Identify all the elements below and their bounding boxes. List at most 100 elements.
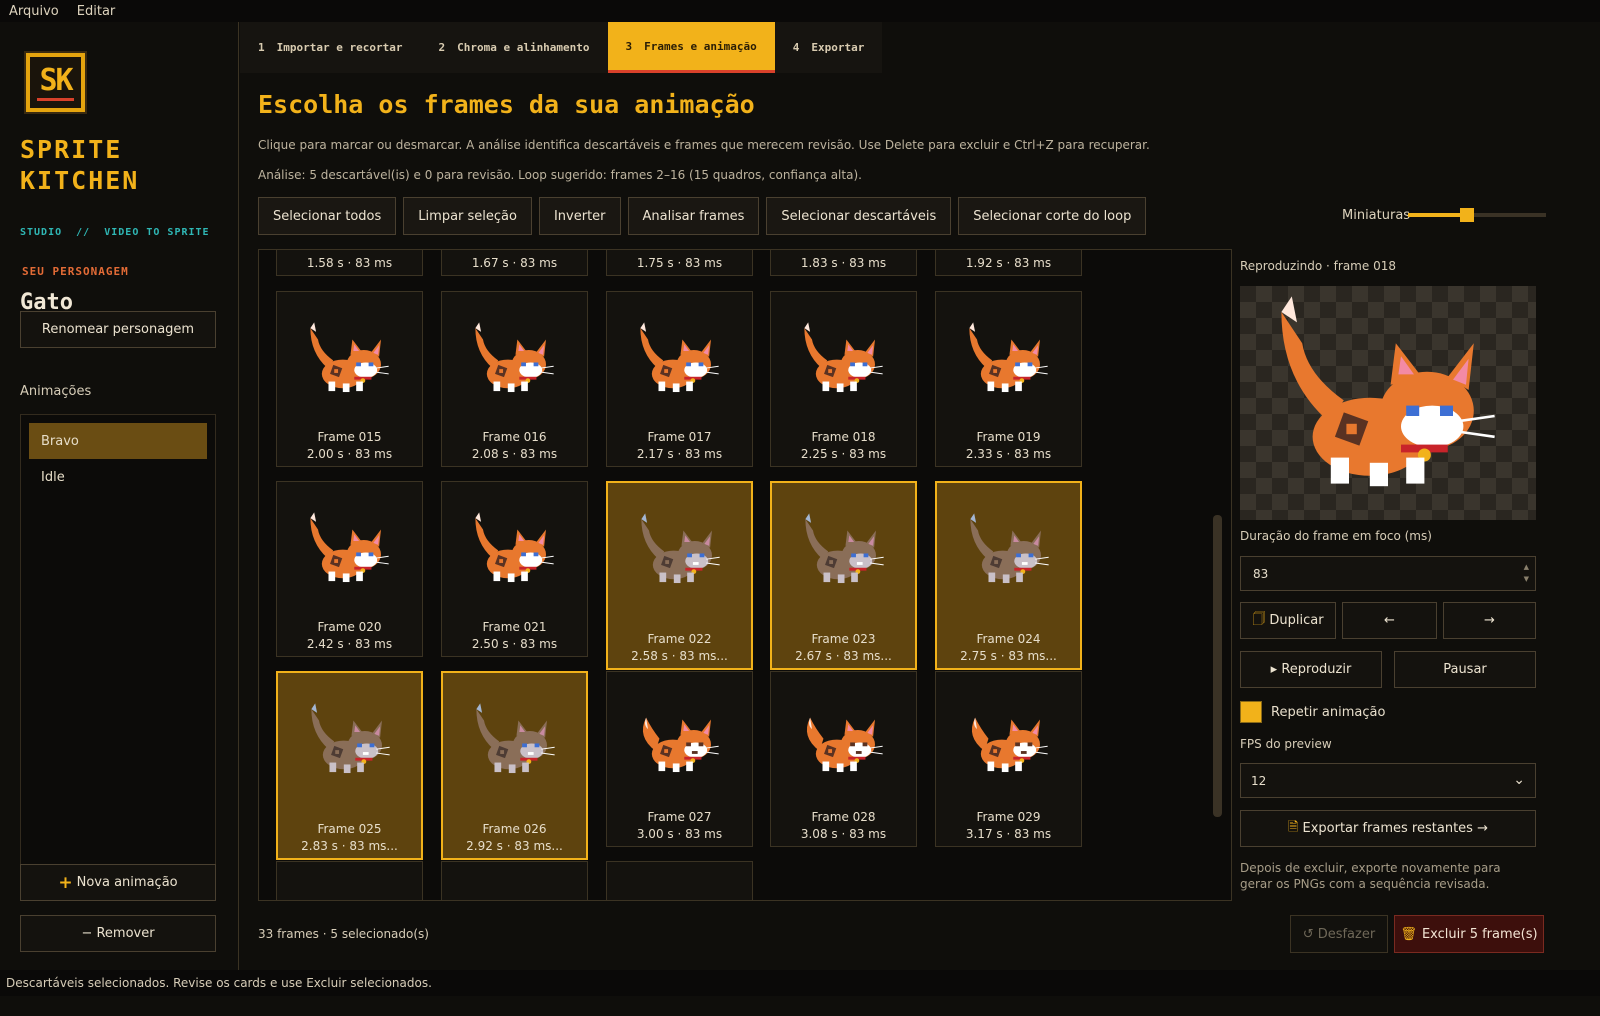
frame-card[interactable]: Frame 016 2.08 s · 83 ms — [441, 291, 588, 467]
undo-icon: ↺ — [1302, 926, 1314, 942]
frame-time: 3.08 s · 83 ms — [800, 827, 887, 841]
pause-button[interactable]: Pausar — [1394, 651, 1536, 688]
frame-card[interactable]: 1.58 s · 83 ms — [276, 250, 423, 276]
menu-arquivo[interactable]: Arquivo — [9, 4, 59, 19]
cat-sprite-thumbnail — [806, 717, 883, 773]
preview-fps-select[interactable]: 12 ⌄ — [1240, 763, 1536, 798]
frame-name: Frame 016 — [482, 430, 547, 444]
status-bar: Descartáveis selecionados. Revise os car… — [0, 970, 1600, 996]
cat-sprite-thumbnail — [969, 322, 1048, 393]
frames-grid: 1.58 s · 83 ms 1.67 s · 83 ms 1.75 s · 83 … — [258, 249, 1232, 901]
slider-handle[interactable] — [1460, 208, 1474, 222]
plus-icon: + — [58, 872, 73, 893]
tab-export[interactable]: 4 Exportar — [775, 22, 883, 73]
frame-card[interactable]: Frame 021 2.50 s · 83 ms — [441, 481, 588, 657]
frame-name: Frame 025 — [317, 822, 382, 836]
frame-time: 3.17 s · 83 ms — [965, 827, 1052, 841]
brand-subtitle: STUDIO // VIDEO TO SPRITE — [20, 227, 210, 238]
tab-frames[interactable]: 3 Frames e animação — [607, 22, 775, 73]
frame-name: Frame 023 — [811, 632, 876, 646]
spinner-arrows-icon[interactable]: ▲ ▼ — [1524, 561, 1529, 585]
frame-card[interactable]: Frame 027 3.00 s · 83 ms — [606, 671, 753, 847]
frame-time: 2.00 s · 83 ms — [306, 447, 393, 461]
frame-time: 2.50 s · 83 ms — [471, 637, 558, 651]
invert-selection-button[interactable]: Inverter — [538, 197, 621, 235]
tab-import[interactable]: 1 Importar e recortar — [240, 22, 420, 73]
frame-count: 33 frames · 5 selecionado(s) — [258, 927, 429, 941]
frame-duration-label: Duração do frame em foco (ms) — [1240, 529, 1432, 543]
copy-icon: 🗍 — [1252, 611, 1266, 627]
delete-frames-button[interactable]: 🗑 Excluir 5 frame(s) — [1394, 915, 1544, 953]
menu-bar: Arquivo Editar — [0, 0, 1600, 22]
frame-card[interactable]: Frame 024 2.75 s · 83 ms... — [935, 481, 1082, 670]
animation-item-bravo[interactable]: Bravo — [29, 423, 207, 459]
brand-name: SPRITE KITCHEN — [20, 135, 140, 195]
analyze-frames-button[interactable]: Analisar frames — [627, 197, 760, 235]
frame-card[interactable]: Frame 017 2.17 s · 83 ms — [606, 291, 753, 467]
frame-card[interactable] — [441, 861, 588, 900]
animation-preview — [1240, 286, 1536, 520]
frame-card[interactable]: Frame 018 2.25 s · 83 ms — [770, 291, 917, 467]
frame-card[interactable]: Frame 015 2.00 s · 83 ms — [276, 291, 423, 467]
play-button[interactable]: ▸ Reproduzir — [1240, 651, 1382, 688]
cat-sprite-thumbnail — [476, 703, 555, 774]
step-tabs: 1 Importar e recortar 2 Chroma e alinhamen… — [240, 22, 883, 73]
frame-time: 1.58 s · 83 ms — [306, 256, 393, 270]
cat-sprite-thumbnail — [970, 513, 1049, 584]
frame-card[interactable]: 1.75 s · 83 ms — [606, 250, 753, 276]
frame-card[interactable]: Frame 028 3.08 s · 83 ms — [770, 671, 917, 847]
export-remaining-button[interactable]: 🗎 Exportar frames restantes → — [1240, 810, 1536, 847]
grid-scrollbar[interactable] — [1213, 515, 1222, 817]
trash-icon: 🗑 — [1400, 926, 1417, 942]
cat-sprite-thumbnail — [310, 322, 389, 393]
frame-name: Frame 017 — [647, 430, 712, 444]
cat-sprite-thumbnail — [475, 512, 554, 583]
frame-duration-input[interactable]: 83 ▲ ▼ — [1240, 556, 1536, 591]
app-logo: SK — [24, 51, 87, 114]
tab-chroma[interactable]: 2 Chroma e alinhamento — [420, 22, 607, 73]
frame-time: 2.75 s · 83 ms... — [960, 649, 1057, 663]
frame-time: 1.67 s · 83 ms — [471, 256, 558, 270]
menu-editar[interactable]: Editar — [77, 4, 116, 19]
frame-name: Frame 015 — [317, 430, 382, 444]
frame-card[interactable]: 1.67 s · 83 ms — [441, 250, 588, 276]
previous-frame-button[interactable]: ← — [1342, 602, 1437, 639]
frames-toolbar: Selecionar todos Limpar seleção Inverter… — [258, 197, 1147, 235]
cat-sprite-thumbnail — [971, 717, 1048, 773]
animations-label: Animações — [20, 384, 92, 399]
frame-card[interactable]: Frame 029 3.17 s · 83 ms — [935, 671, 1082, 847]
cat-sprite-thumbnail — [641, 513, 720, 584]
export-note: Depois de excluir, exporte novamente par… — [1240, 861, 1501, 891]
frame-time: 2.58 s · 83 ms... — [631, 649, 728, 663]
frame-card[interactable]: 1.83 s · 83 ms — [770, 250, 917, 276]
select-all-button[interactable]: Selecionar todos — [258, 197, 397, 235]
repeat-animation-checkbox[interactable] — [1240, 701, 1262, 723]
cat-sprite-thumbnail — [310, 512, 389, 583]
frame-name: Frame 028 — [811, 810, 876, 824]
animation-item-idle[interactable]: Idle — [29, 459, 207, 495]
frame-card[interactable]: Frame 026 2.92 s · 83 ms... — [441, 671, 588, 860]
frame-card[interactable]: Frame 019 2.33 s · 83 ms — [935, 291, 1082, 467]
duplicate-frame-button[interactable]: 🗍 Duplicar — [1240, 602, 1336, 639]
frame-card[interactable]: Frame 025 2.83 s · 83 ms... — [276, 671, 423, 860]
next-frame-button[interactable]: → — [1443, 602, 1536, 639]
frame-card[interactable]: Frame 023 2.67 s · 83 ms... — [770, 481, 917, 670]
frame-card[interactable] — [276, 861, 423, 900]
rename-character-button[interactable]: Renomear personagem — [20, 311, 216, 348]
select-discardable-button[interactable]: Selecionar descartáveis — [766, 197, 952, 235]
clear-selection-button[interactable]: Limpar seleção — [403, 197, 532, 235]
sidebar: SK SPRITE KITCHEN STUDIO // VIDEO TO SPR… — [0, 22, 239, 990]
frame-name: Frame 018 — [811, 430, 876, 444]
frame-name: Frame 020 — [317, 620, 382, 634]
frame-time: 3.00 s · 83 ms — [636, 827, 723, 841]
undo-button[interactable]: ↺ Desfazer — [1290, 915, 1388, 953]
frame-card[interactable]: Frame 022 2.58 s · 83 ms... — [606, 481, 753, 670]
frame-card[interactable]: 1.92 s · 83 ms — [935, 250, 1082, 276]
remove-animation-button[interactable]: − Remover — [20, 915, 216, 952]
frame-card[interactable]: Frame 020 2.42 s · 83 ms — [276, 481, 423, 657]
select-loop-cut-button[interactable]: Selecionar corte do loop — [958, 197, 1147, 235]
thumbnail-size-slider[interactable] — [1408, 208, 1546, 222]
cat-sprite-thumbnail — [311, 703, 390, 774]
new-animation-button[interactable]: + Nova animação — [20, 864, 216, 901]
frame-card[interactable] — [606, 861, 753, 900]
